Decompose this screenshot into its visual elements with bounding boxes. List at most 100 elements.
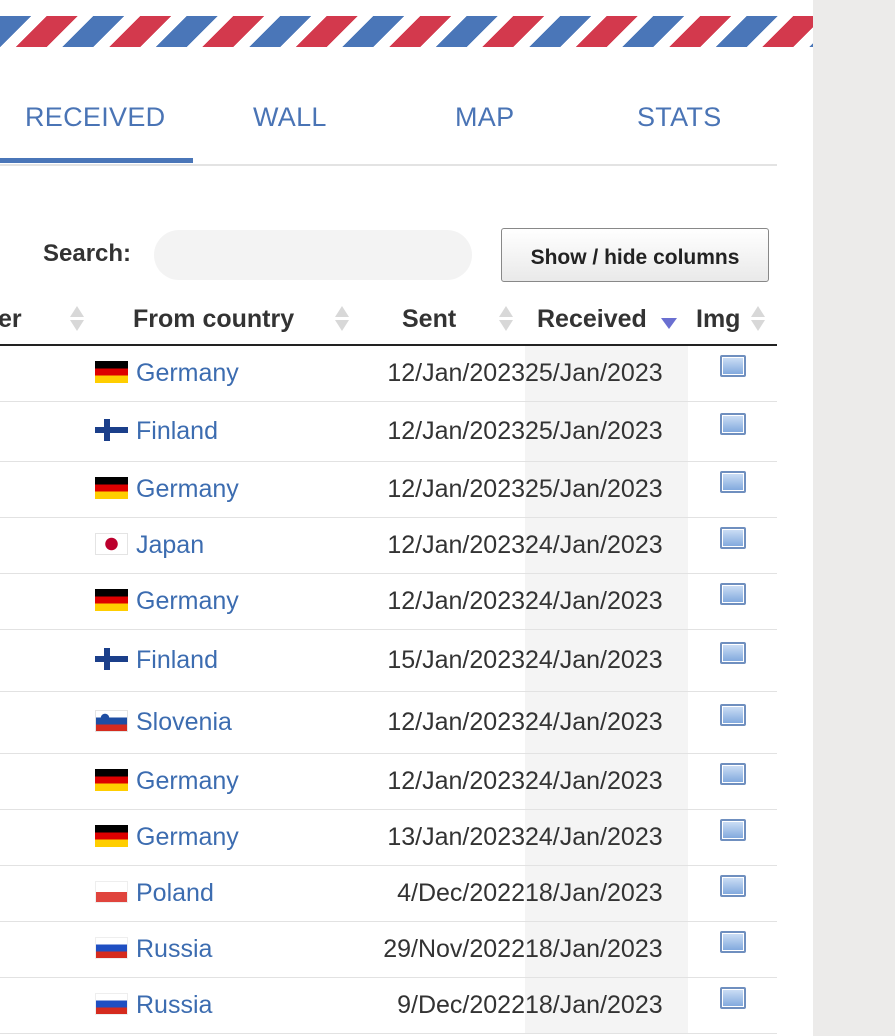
image-icon[interactable] — [719, 874, 746, 897]
table-row: Russia 9/Dec/2022 18/Jan/2023 — [0, 977, 777, 1034]
country-link[interactable]: Russia — [136, 991, 212, 1019]
country-link[interactable]: Finland — [136, 646, 218, 674]
received-date-cell: 24/Jan/2023 — [525, 517, 688, 574]
active-tab-indicator — [0, 158, 193, 163]
sort-descending-icon — [661, 318, 677, 329]
country-link[interactable]: Slovenia — [136, 708, 232, 736]
image-cell — [688, 865, 777, 922]
sender-cell — [0, 573, 95, 630]
image-cell — [688, 629, 777, 692]
country-link[interactable]: Finland — [136, 417, 218, 445]
sent-date-cell: 12/Jan/2023 — [355, 691, 525, 754]
sent-date-cell: 12/Jan/2023 — [355, 517, 525, 574]
image-icon[interactable] — [719, 526, 746, 549]
received-date-cell: 18/Jan/2023 — [525, 865, 688, 922]
country-cell: Germany — [95, 753, 355, 810]
sent-date-cell: 13/Jan/2023 — [355, 809, 525, 866]
flag-de-icon — [95, 360, 128, 383]
tab-map[interactable]: MAP — [455, 102, 514, 133]
image-cell — [688, 753, 777, 810]
column-header-sent-label: Sent — [402, 304, 457, 333]
sender-cell — [0, 809, 95, 866]
image-cell — [688, 573, 777, 630]
tab-bar: RECEIVED WALL MAP STATS — [0, 80, 777, 166]
search-input[interactable] — [154, 230, 472, 280]
sort-arrows-icon — [70, 304, 84, 334]
image-icon[interactable] — [719, 641, 746, 664]
image-cell — [688, 809, 777, 866]
image-icon[interactable] — [719, 412, 746, 435]
country-link[interactable]: Germany — [136, 823, 239, 851]
tab-wall[interactable]: WALL — [253, 102, 327, 133]
table-row: Germany 12/Jan/2023 25/Jan/2023 — [0, 461, 777, 518]
show-hide-columns-button[interactable]: Show / hide columns — [501, 228, 769, 282]
column-header-sender-label: er — [0, 304, 22, 333]
received-date-cell: 24/Jan/2023 — [525, 573, 688, 630]
country-link[interactable]: Germany — [136, 587, 239, 615]
image-icon[interactable] — [719, 818, 746, 841]
image-icon[interactable] — [719, 703, 746, 726]
sent-date-cell: 9/Dec/2022 — [355, 977, 525, 1034]
country-cell: Finland — [95, 629, 355, 692]
table-row: Germany 12/Jan/2023 24/Jan/2023 — [0, 573, 777, 630]
image-icon[interactable] — [719, 582, 746, 605]
image-icon[interactable] — [719, 762, 746, 785]
country-link[interactable]: Russia — [136, 935, 212, 963]
country-cell: Russia — [95, 921, 355, 978]
received-date-cell: 24/Jan/2023 — [525, 753, 688, 810]
country-link[interactable]: Germany — [136, 767, 239, 795]
received-date-cell: 24/Jan/2023 — [525, 809, 688, 866]
country-cell: Slovenia — [95, 691, 355, 754]
column-header-received[interactable]: Received — [525, 294, 688, 346]
sent-date-cell: 12/Jan/2023 — [355, 461, 525, 518]
column-header-img[interactable]: Img — [688, 294, 777, 346]
airmail-stripe-banner — [0, 16, 813, 47]
tab-received[interactable]: RECEIVED — [25, 102, 165, 133]
search-label: Search: — [43, 240, 132, 267]
sent-date-cell: 12/Jan/2023 — [355, 753, 525, 810]
image-icon[interactable] — [719, 354, 746, 377]
table-row: Germany 12/Jan/2023 24/Jan/2023 — [0, 753, 777, 810]
sender-cell — [0, 345, 95, 402]
flag-de-icon — [95, 824, 128, 847]
sender-cell — [0, 753, 95, 810]
country-link[interactable]: Germany — [136, 475, 239, 503]
table-row: Germany 12/Jan/2023 25/Jan/2023 — [0, 345, 777, 402]
sender-cell — [0, 629, 95, 692]
flag-de-icon — [95, 588, 128, 611]
image-cell — [688, 977, 777, 1034]
column-header-sent[interactable]: Sent — [355, 294, 525, 346]
show-hide-columns-label: Show / hide columns — [530, 246, 740, 269]
country-link[interactable]: Germany — [136, 359, 239, 387]
sender-cell — [0, 921, 95, 978]
country-link[interactable]: Japan — [136, 531, 204, 559]
sent-date-cell: 29/Nov/2022 — [355, 921, 525, 978]
column-header-country[interactable]: From country — [95, 294, 355, 346]
table-row: Finland 12/Jan/2023 25/Jan/2023 — [0, 401, 777, 462]
sent-date-cell: 4/Dec/2022 — [355, 865, 525, 922]
table-row: Japan 12/Jan/2023 24/Jan/2023 — [0, 517, 777, 574]
flag-fi-icon — [95, 647, 128, 670]
image-cell — [688, 345, 777, 402]
sender-cell — [0, 691, 95, 754]
tab-stats[interactable]: STATS — [637, 102, 722, 133]
country-cell: Germany — [95, 809, 355, 866]
image-cell — [688, 691, 777, 754]
sent-date-cell: 12/Jan/2023 — [355, 401, 525, 462]
column-header-received-label: Received — [537, 304, 647, 333]
image-icon[interactable] — [719, 930, 746, 953]
sent-date-cell: 15/Jan/2023 — [355, 629, 525, 692]
sender-cell — [0, 401, 95, 462]
table-row: Poland 4/Dec/2022 18/Jan/2023 — [0, 865, 777, 922]
image-cell — [688, 517, 777, 574]
sender-cell — [0, 461, 95, 518]
sent-date-cell: 12/Jan/2023 — [355, 345, 525, 402]
country-link[interactable]: Poland — [136, 879, 214, 907]
image-icon[interactable] — [719, 470, 746, 493]
sort-arrows-icon — [499, 304, 513, 334]
column-header-sender[interactable]: er — [0, 294, 95, 346]
postcards-table: er From country Sent Received Img German… — [0, 294, 777, 1034]
image-icon[interactable] — [719, 986, 746, 1009]
sender-cell — [0, 977, 95, 1034]
column-header-country-label: From country — [133, 304, 295, 333]
